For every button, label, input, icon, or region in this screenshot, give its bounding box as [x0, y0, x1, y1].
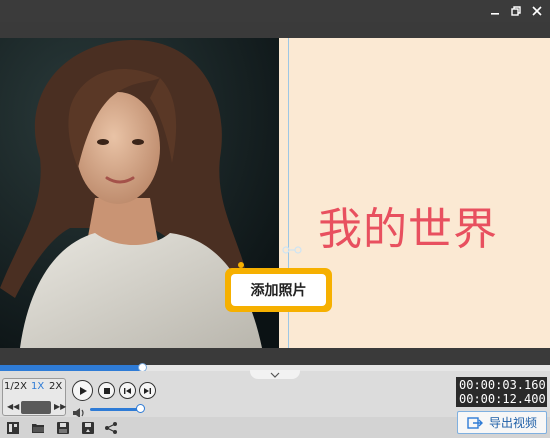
video-editor-window: 我的世界 添加照片 1/2X 1X 2X ◀◀ ▶▶ 00:00:03.160 … [0, 0, 550, 438]
speed-option-normal[interactable]: 1X [31, 381, 44, 392]
save-icon[interactable] [56, 420, 70, 434]
speed-selector: 1/2X 1X 2X ◀◀ ▶▶ [2, 378, 66, 416]
time-display: 00:00:03.160 00:00:12.400 [456, 377, 547, 407]
overlay-title-text[interactable]: 我的世界 [318, 208, 498, 252]
play-button[interactable] [72, 380, 93, 401]
collapse-panel-tab[interactable] [250, 370, 300, 379]
restore-icon[interactable] [507, 2, 525, 20]
share-icon[interactable] [104, 420, 118, 434]
save-as-icon[interactable] [81, 420, 95, 434]
volume-icon[interactable] [72, 403, 86, 418]
export-video-button[interactable]: 导出视频 [457, 411, 547, 434]
export-video-label: 导出视频 [488, 416, 537, 430]
next-frame-button[interactable] [139, 382, 156, 399]
split-handle-icon[interactable] [282, 241, 302, 254]
minimize-icon[interactable] [486, 2, 504, 20]
speed-slider-knob[interactable] [21, 401, 51, 414]
open-folder-icon[interactable] [31, 420, 45, 434]
speed-option-double[interactable]: 2X [49, 381, 62, 392]
current-time: 00:00:03.160 [459, 378, 546, 392]
new-project-icon[interactable] [6, 420, 20, 434]
volume-knob[interactable] [136, 404, 146, 413]
speed-slower-icon[interactable]: ◀◀ [7, 402, 19, 411]
export-icon [467, 416, 483, 429]
total-time: 00:00:12.400 [459, 392, 546, 406]
speed-faster-icon[interactable]: ▶▶ [54, 402, 66, 411]
volume-slider[interactable] [90, 408, 142, 411]
add-photo-label: 添加照片 [231, 274, 326, 306]
speed-option-half[interactable]: 1/2X [4, 381, 27, 392]
previous-frame-button[interactable] [119, 382, 136, 399]
add-photo-tooltip[interactable]: 添加照片 [225, 268, 332, 312]
chevron-down-icon [270, 372, 280, 378]
preview-divider [0, 348, 550, 362]
title-bar [0, 0, 550, 22]
stop-button[interactable] [98, 382, 115, 399]
close-icon[interactable] [528, 2, 546, 20]
